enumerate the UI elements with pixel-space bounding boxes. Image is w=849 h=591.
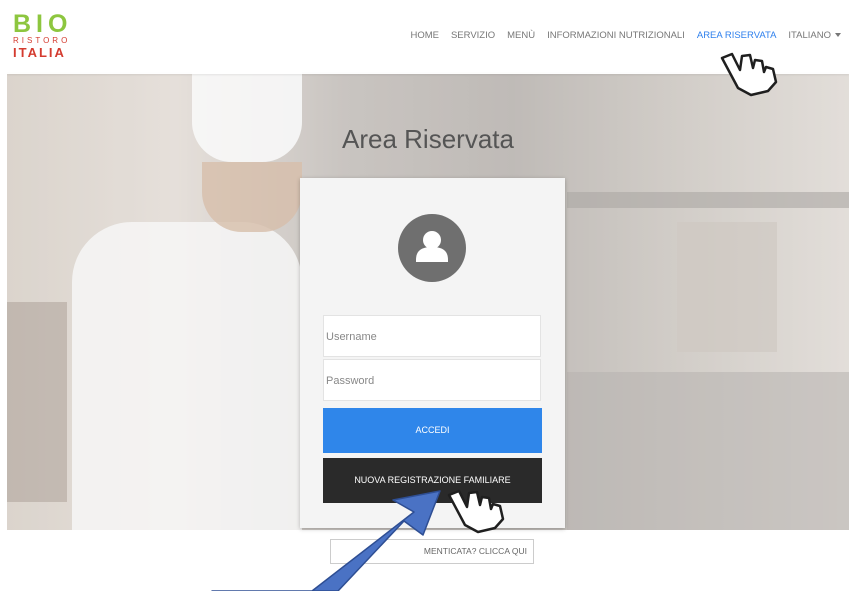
login-card: Username Password ACCEDI NUOVA REGISTRAZ… xyxy=(300,178,565,528)
login-button[interactable]: ACCEDI xyxy=(323,408,542,453)
password-input[interactable]: Password xyxy=(323,359,541,401)
new-family-registration-button[interactable]: NUOVA REGISTRAZIONE FAMILIARE xyxy=(323,458,542,503)
brand-logo[interactable]: BIO RISTORO ITALIA xyxy=(13,12,83,68)
main-nav: HOME SERVIZIO MENÙ INFORMAZIONI NUTRIZIO… xyxy=(398,30,841,41)
page: BIO RISTORO ITALIA HOME SERVIZIO MENÙ IN… xyxy=(7,6,849,591)
nav-menu[interactable]: MENÙ xyxy=(507,30,535,41)
username-input[interactable]: Username xyxy=(323,315,541,357)
nav-language-label: ITALIANO xyxy=(788,30,831,41)
nav-language-dropdown[interactable]: ITALIANO xyxy=(788,30,841,41)
nav-informazioni-nutrizionali[interactable]: INFORMAZIONI NUTRIZIONALI xyxy=(547,30,685,41)
caret-down-icon xyxy=(835,33,841,38)
nav-area-riservata[interactable]: AREA RISERVATA xyxy=(697,30,777,41)
page-title: Area Riservata xyxy=(342,124,514,154)
nav-servizio[interactable]: SERVIZIO xyxy=(451,30,495,41)
forgot-password-link[interactable]: MENTICATA? CLICCA QUI xyxy=(330,539,534,564)
nav-home[interactable]: HOME xyxy=(410,30,439,41)
navbar: BIO RISTORO ITALIA HOME SERVIZIO MENÙ IN… xyxy=(7,6,849,74)
user-avatar-icon xyxy=(398,214,466,282)
brand-line-3: ITALIA xyxy=(13,45,66,60)
brand-line-1: BIO xyxy=(13,10,73,38)
